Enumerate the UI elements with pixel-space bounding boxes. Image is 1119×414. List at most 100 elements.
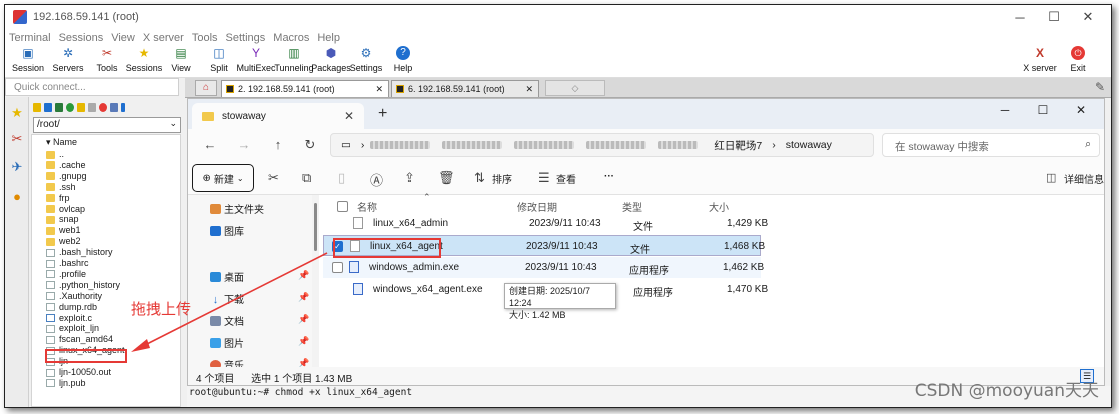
pin-icon[interactable]: 📌 bbox=[298, 336, 309, 347]
file-row[interactable]: windows_admin.exe 2023/9/11 10:43 应用程序 1… bbox=[323, 257, 764, 278]
view-icon[interactable]: ☰ bbox=[538, 170, 550, 186]
share-icon[interactable]: ⇪ bbox=[404, 170, 415, 186]
sftp-file-row[interactable]: snap bbox=[46, 214, 79, 225]
attach-icon[interactable]: ✎ bbox=[1095, 80, 1105, 94]
sort-icon[interactable]: ⇅ bbox=[474, 170, 485, 186]
view-button[interactable]: 查看 bbox=[556, 171, 576, 186]
new-tab-button[interactable]: ◇ bbox=[545, 80, 605, 96]
session-tab[interactable]: 6. 192.168.59.141 (root) ✕ bbox=[391, 80, 539, 97]
pin-icon[interactable]: 📌 bbox=[298, 314, 309, 325]
close-icon[interactable]: ✕ bbox=[1071, 5, 1105, 29]
upload-icon[interactable] bbox=[55, 102, 63, 112]
nav-item-gallery[interactable]: 图库 bbox=[210, 223, 244, 238]
rename-icon[interactable]: Ⓐ bbox=[370, 170, 383, 189]
sftp-file-row[interactable]: frp bbox=[46, 193, 70, 204]
breadcrumb-item[interactable]: 红日靶场7 bbox=[714, 138, 762, 153]
new-button[interactable]: ⊕ 新建 ⌄ bbox=[192, 164, 254, 192]
sftp-file-row[interactable]: .cache bbox=[46, 160, 86, 171]
details-pane-icon[interactable]: ◫ bbox=[1046, 171, 1056, 184]
session-tab[interactable]: 2. 192.168.59.141 (root) ✕ bbox=[221, 80, 389, 97]
sftp-file-row[interactable]: .. bbox=[46, 149, 64, 160]
sort-button[interactable]: 排序 bbox=[492, 171, 512, 186]
forward-icon[interactable]: → bbox=[236, 137, 252, 152]
nav-item-documents[interactable]: 文档 bbox=[210, 313, 244, 328]
sftp-icon[interactable]: ● bbox=[9, 189, 25, 205]
nav-item-pictures[interactable]: 图片 bbox=[210, 335, 244, 350]
nav-scrollbar[interactable] bbox=[314, 203, 317, 251]
breadcrumb-item[interactable]: stowaway bbox=[786, 139, 832, 151]
menu-terminal[interactable]: Terminal bbox=[5, 32, 55, 44]
close-icon[interactable]: ✕ bbox=[344, 109, 354, 123]
rename-icon[interactable] bbox=[110, 102, 118, 112]
sftp-file-row[interactable]: .bashrc bbox=[46, 258, 89, 269]
select-all-checkbox[interactable] bbox=[337, 201, 348, 212]
cut-icon[interactable]: ✂ bbox=[268, 170, 279, 186]
details-button[interactable]: 详细信息 bbox=[1064, 171, 1104, 186]
sftp-file-row[interactable]: .ssh bbox=[46, 182, 76, 193]
tools-icon[interactable]: ✂ bbox=[9, 131, 25, 147]
add-tab-icon[interactable]: + bbox=[378, 105, 387, 123]
menu-settings[interactable]: Settings bbox=[222, 32, 270, 44]
maximize-icon[interactable]: ☐ bbox=[1037, 5, 1071, 29]
sftp-file-row[interactable]: web1 bbox=[46, 225, 81, 236]
sftp-file-row[interactable]: .profile bbox=[46, 269, 86, 280]
menu-tools[interactable]: Tools bbox=[188, 32, 222, 44]
folder-up-icon[interactable] bbox=[33, 102, 41, 112]
new-folder-icon[interactable] bbox=[77, 102, 85, 112]
pin-icon[interactable]: 📌 bbox=[298, 292, 309, 303]
nav-item-home[interactable]: 主文件夹 bbox=[210, 201, 264, 216]
sftp-file-row[interactable]: exploit_ljn bbox=[46, 323, 99, 334]
name-column-header[interactable]: ▾ Name bbox=[46, 137, 77, 148]
new-file-icon[interactable] bbox=[88, 102, 96, 112]
delete-icon[interactable] bbox=[99, 102, 107, 112]
pin-icon[interactable]: 📌 bbox=[298, 270, 309, 281]
column-header-type[interactable]: 类型 bbox=[622, 199, 642, 214]
nav-item-desktop[interactable]: 桌面 bbox=[210, 269, 244, 284]
explorer-tab[interactable]: stowaway ✕ bbox=[192, 103, 364, 129]
menu-help[interactable]: Help bbox=[313, 32, 344, 44]
sftp-path-input[interactable]: /root/⌄ bbox=[33, 117, 181, 133]
sftp-file-row[interactable]: ljn.pub bbox=[46, 378, 86, 389]
column-header-modified[interactable]: 修改日期 bbox=[517, 199, 557, 214]
nav-item-downloads[interactable]: ↓ 下载 bbox=[210, 291, 244, 307]
back-icon[interactable]: ← bbox=[202, 137, 218, 152]
copy-icon[interactable]: ⧉ bbox=[302, 170, 311, 186]
sftp-file-row[interactable]: ljn-10050.out bbox=[46, 367, 111, 378]
exit-button[interactable]: ⏻ Exit bbox=[1055, 46, 1101, 73]
refresh-icon[interactable]: ↻ bbox=[302, 137, 318, 153]
menu-sessions[interactable]: Sessions bbox=[55, 32, 108, 44]
sftp-file-row[interactable]: ovlcap bbox=[46, 204, 85, 215]
minimize-icon[interactable]: ─ bbox=[1003, 5, 1037, 29]
column-header-name[interactable]: 名称 bbox=[357, 199, 377, 214]
up-icon[interactable]: ↑ bbox=[270, 137, 286, 152]
menu-macros[interactable]: Macros bbox=[269, 32, 313, 44]
delete-icon[interactable]: 🗑 bbox=[438, 170, 455, 186]
paste-icon[interactable]: ▯ bbox=[338, 170, 345, 186]
quick-connect-input[interactable]: Quick connect... bbox=[5, 78, 179, 96]
send-icon[interactable]: ✈ bbox=[9, 159, 25, 175]
menu-xserver[interactable]: X server bbox=[139, 32, 188, 44]
home-tab[interactable]: ⌂ bbox=[195, 80, 217, 96]
sftp-file-row[interactable]: .bash_history bbox=[46, 247, 113, 258]
more-button[interactable]: ··· bbox=[604, 171, 614, 182]
sftp-file-row[interactable]: .python_history bbox=[46, 280, 120, 291]
close-tab-icon[interactable]: ✕ bbox=[375, 81, 383, 97]
refresh-icon[interactable] bbox=[66, 102, 74, 112]
menu-view[interactable]: View bbox=[107, 32, 139, 44]
maximize-icon[interactable]: ☐ bbox=[1024, 99, 1062, 121]
info-icon[interactable] bbox=[121, 102, 125, 112]
sftp-file-row[interactable]: .gnupg bbox=[46, 171, 87, 182]
search-input[interactable]: 在 stowaway 中搜索 ⌕ bbox=[882, 133, 1100, 157]
sftp-file-row[interactable]: fscan_amd64 bbox=[46, 334, 113, 345]
address-bar[interactable]: ▭ › 红日靶场7 › stowaway bbox=[330, 133, 874, 157]
sftp-file-row[interactable]: exploit.c bbox=[46, 313, 92, 324]
row-checkbox[interactable] bbox=[332, 262, 343, 273]
column-header-size[interactable]: 大小 bbox=[709, 199, 729, 214]
star-icon[interactable]: ★ bbox=[9, 105, 25, 121]
download-icon[interactable] bbox=[44, 102, 52, 112]
sftp-file-row[interactable]: web2 bbox=[46, 236, 81, 247]
close-tab-icon[interactable]: ✕ bbox=[525, 81, 533, 97]
sftp-file-row[interactable]: .Xauthority bbox=[46, 291, 102, 302]
help-button[interactable]: ? Help bbox=[380, 46, 426, 73]
sftp-file-row[interactable]: dump.rdb bbox=[46, 302, 97, 313]
